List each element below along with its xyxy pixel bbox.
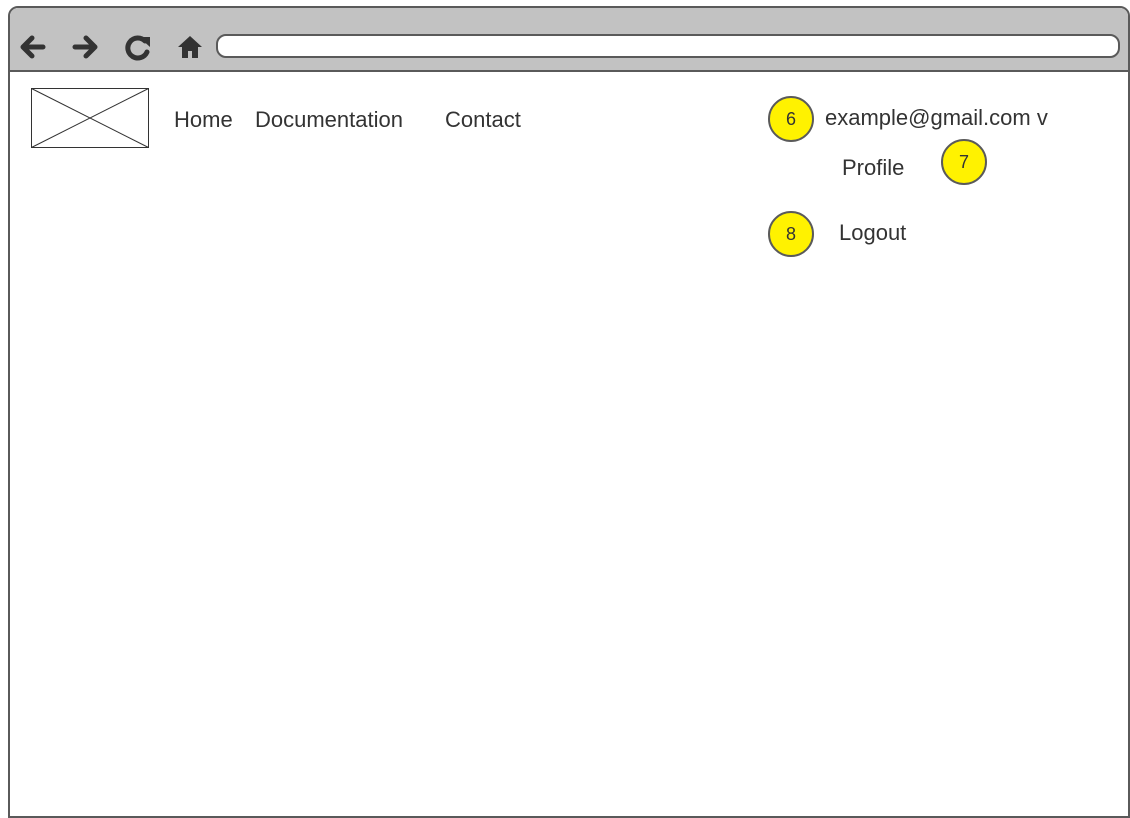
- forward-button[interactable]: [68, 30, 104, 64]
- browser-toolbar: [10, 8, 1128, 72]
- back-button[interactable]: [14, 30, 50, 64]
- arrow-left-icon: [20, 35, 46, 59]
- home-icon: [178, 36, 202, 58]
- reload-button[interactable]: [120, 30, 156, 64]
- arrow-right-icon: [72, 35, 98, 59]
- home-button[interactable]: [172, 30, 208, 64]
- account-email-dropdown[interactable]: example@gmail.com v: [825, 105, 1048, 131]
- annotation-badge-7: 7: [941, 139, 987, 185]
- nav-documentation-link[interactable]: Documentation: [255, 107, 403, 133]
- profile-menu-item[interactable]: Profile: [842, 155, 904, 181]
- refresh-icon: [125, 35, 150, 61]
- nav-home-link[interactable]: Home: [174, 107, 233, 133]
- address-bar[interactable]: [216, 34, 1120, 58]
- browser-window: Home Documentation Contact 6 example@gma…: [8, 6, 1130, 818]
- annotation-badge-6: 6: [768, 96, 814, 142]
- logo-image-placeholder: [31, 88, 149, 148]
- annotation-badge-8: 8: [768, 211, 814, 257]
- logout-menu-item[interactable]: Logout: [839, 220, 906, 246]
- nav-contact-link[interactable]: Contact: [445, 107, 521, 133]
